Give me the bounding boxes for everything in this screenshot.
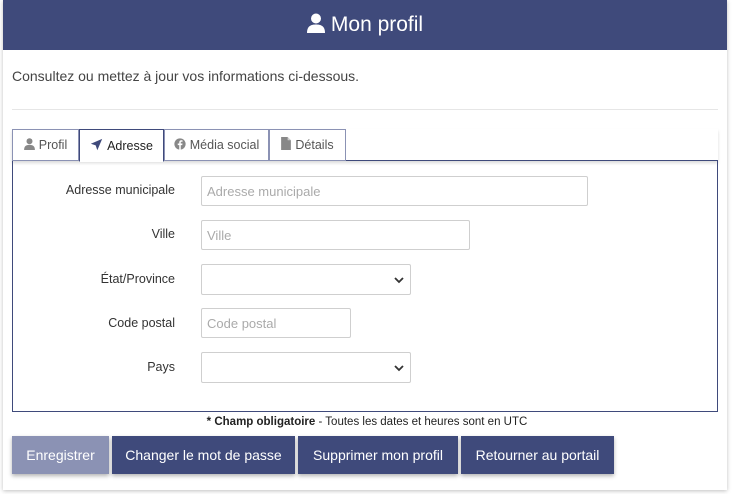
state-select[interactable] [201, 264, 411, 295]
tab-label: Profil [38, 138, 68, 152]
user-icon [306, 13, 325, 38]
city-input[interactable] [201, 220, 470, 250]
page-header: Mon profil [3, 0, 727, 50]
tab-adresse[interactable]: Adresse [79, 129, 164, 162]
tab-media-social[interactable]: Média social [164, 129, 269, 161]
page-title: Mon profil [330, 13, 424, 36]
document-icon [281, 137, 295, 153]
utc-note: - Toutes les dates et heures sont en UTC [315, 416, 528, 428]
save-button[interactable]: Enregistrer [12, 436, 109, 474]
postal-code-input[interactable] [201, 308, 351, 338]
facebook-icon [174, 137, 190, 153]
country-label: Pays [147, 360, 175, 374]
intro-text: Consultez ou mettez à jour vos informati… [12, 68, 360, 84]
country-select[interactable] [201, 352, 411, 383]
tab-bar: Profil Adresse Média social Détails [12, 129, 718, 162]
tab-label: Détails [295, 138, 334, 152]
postal-label: Code postal [108, 316, 175, 330]
user-icon [23, 137, 39, 153]
back-to-portal-button[interactable]: Retourner au portail [461, 436, 614, 474]
city-label: Ville [151, 227, 175, 241]
change-password-button[interactable]: Changer le mot de passe [112, 436, 295, 474]
tab-label: Adresse [107, 138, 153, 153]
required-note: * Champ obligatoire [206, 416, 316, 428]
tab-profil[interactable]: Profil [12, 129, 79, 161]
street-input[interactable] [201, 176, 588, 206]
tab-label: Média social [189, 138, 260, 152]
divider [12, 109, 718, 110]
state-label: État/Province [100, 272, 175, 286]
delete-profile-button[interactable]: Supprimer mon profil [298, 436, 458, 474]
paper-plane-icon [90, 138, 107, 154]
footnote: * Champ obligatoire - Toutes les dates e… [0, 416, 734, 428]
tab-details[interactable]: Détails [269, 129, 346, 161]
street-label: Adresse municipale [65, 183, 175, 197]
